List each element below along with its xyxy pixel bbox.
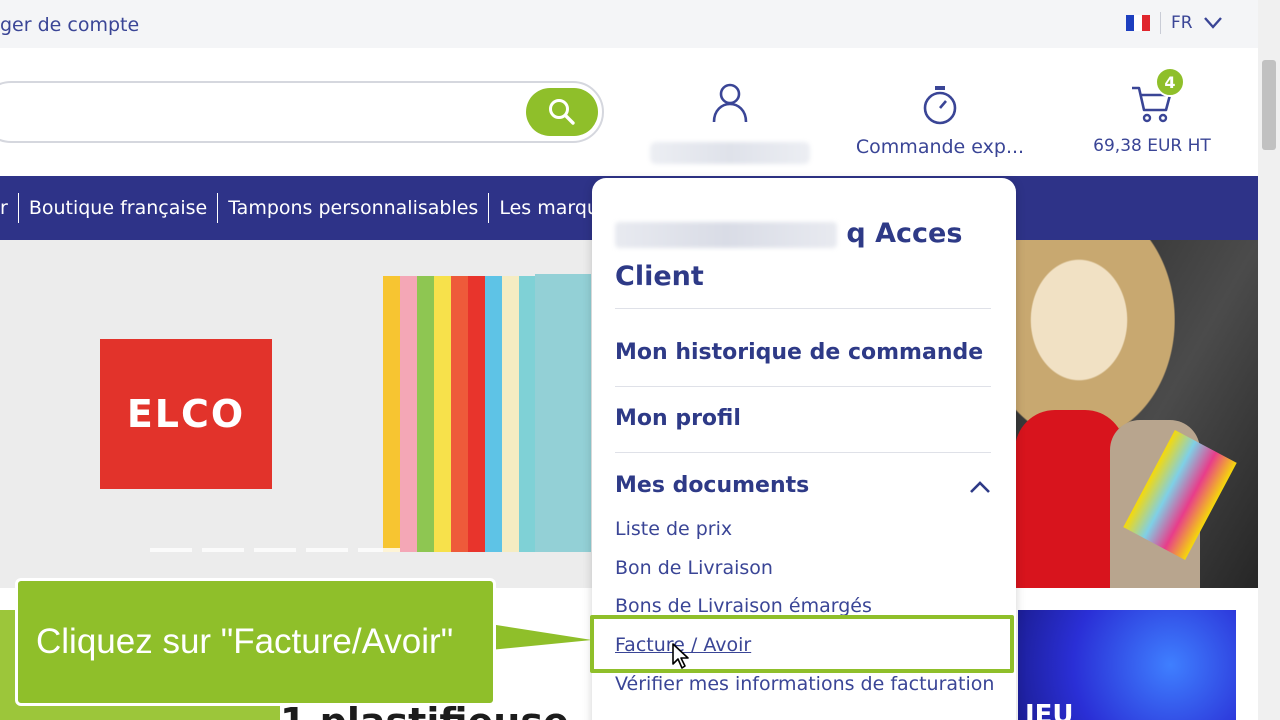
dropdown-divider: [615, 386, 991, 387]
callout-text: Cliquez sur "Facture/Avoir": [36, 622, 454, 661]
nav-item-boutique-francaise[interactable]: Boutique française: [17, 193, 217, 223]
price-list-link[interactable]: Liste de prix: [615, 518, 732, 540]
mouse-cursor-icon: [672, 643, 689, 669]
search-icon: [549, 99, 575, 125]
cart-total: 69,38 EUR HT: [1093, 136, 1211, 156]
site-header: [0, 48, 1258, 176]
user-name-blurred: [615, 221, 837, 248]
carousel-dot[interactable]: [306, 548, 348, 552]
folder-front-image: [535, 274, 591, 552]
france-flag-icon: [1126, 15, 1150, 31]
promo-banner-blue-text: JEU: [1025, 700, 1074, 720]
callout-pointer: [490, 624, 592, 650]
carousel-dot[interactable]: [202, 548, 244, 552]
stopwatch-icon: [923, 86, 957, 125]
instruction-callout: Cliquez sur "Facture/Avoir": [15, 578, 496, 706]
invoice-highlight-box: [590, 615, 1014, 673]
express-order-label: Commande exp...: [855, 136, 1025, 158]
account-menu-button[interactable]: [640, 82, 820, 168]
search-button[interactable]: [526, 88, 598, 136]
language-code: FR: [1171, 13, 1193, 33]
nav-item-partial[interactable]: r: [0, 193, 18, 223]
cart-button[interactable]: 69,38 EUR HT: [1082, 84, 1222, 156]
dropdown-divider: [615, 452, 991, 453]
billing-info-link[interactable]: Vérifier mes informations de facturation: [615, 673, 994, 695]
chevron-down-icon: [1203, 17, 1222, 29]
user-name-line2: Client: [615, 261, 704, 292]
express-order-button[interactable]: Commande exp...: [850, 84, 1030, 158]
dropdown-user-name: q Acces Client: [615, 212, 975, 298]
search-bar[interactable]: [0, 81, 604, 143]
page-scrollbar[interactable]: [1258, 0, 1280, 720]
carousel-dot[interactable]: [254, 548, 296, 552]
user-icon: [712, 83, 748, 123]
order-history-link[interactable]: Mon historique de commande: [615, 340, 983, 365]
carousel-dot[interactable]: [150, 548, 192, 552]
account-name-blurred: [650, 142, 810, 164]
documents-toggle[interactable]: Mes documents: [615, 473, 809, 498]
dropdown-divider: [615, 308, 991, 309]
scrollbar-thumb[interactable]: [1262, 60, 1276, 150]
carousel-dots[interactable]: [150, 548, 400, 552]
elco-logo: ELCO: [100, 339, 272, 489]
hero-photo-top: [1015, 410, 1125, 588]
cart-count-badge: 4: [1155, 67, 1185, 97]
user-name-suffix: q Acces: [846, 218, 963, 249]
chevron-up-icon[interactable]: [969, 480, 991, 494]
delivery-note-link[interactable]: Bon de Livraison: [615, 557, 773, 579]
change-account-link[interactable]: ger de compte: [0, 14, 139, 36]
hero-photo-person: [1015, 240, 1175, 440]
language-selector[interactable]: FR: [1126, 12, 1223, 34]
carousel-dot[interactable]: [358, 548, 400, 552]
signed-delivery-notes-link[interactable]: Bons de Livraison émargés: [615, 595, 872, 617]
language-divider: [1160, 12, 1161, 34]
nav-item-tampons[interactable]: Tampons personnalisables: [217, 193, 488, 223]
profile-link[interactable]: Mon profil: [615, 406, 741, 431]
top-bar: ger de compte FR: [0, 0, 1258, 48]
